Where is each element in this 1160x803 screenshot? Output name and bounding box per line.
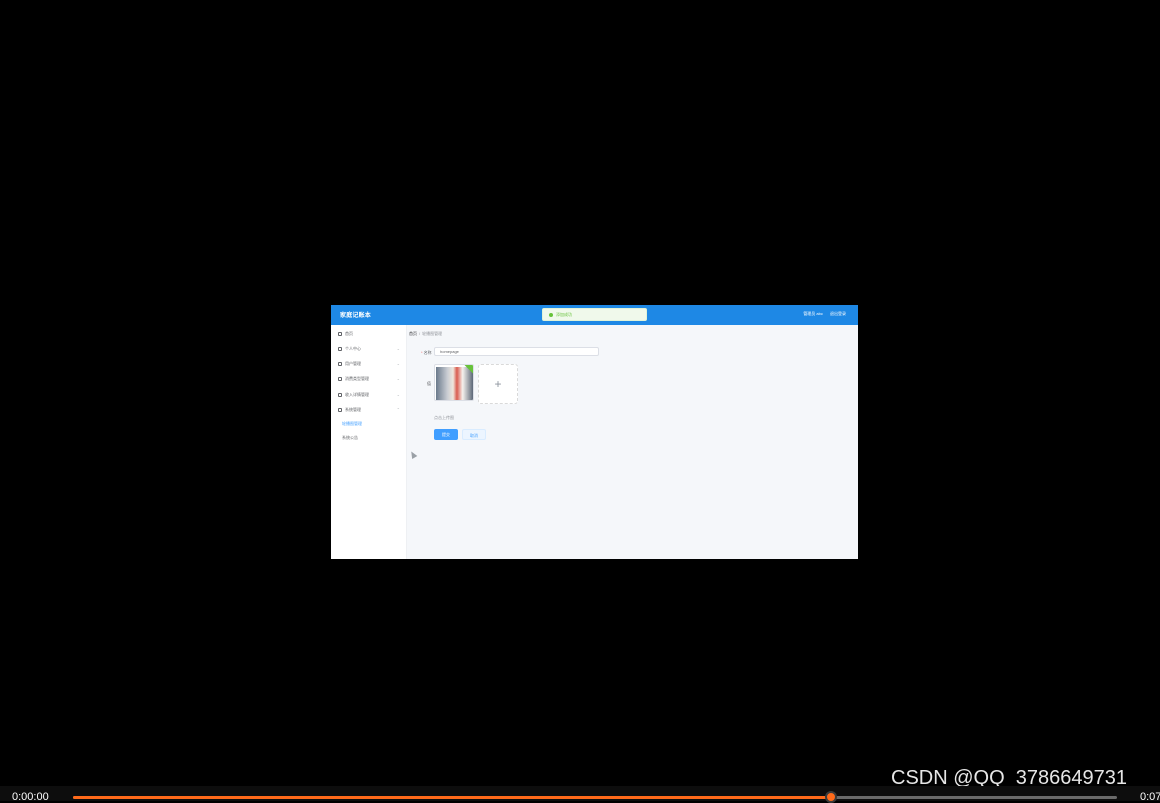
current-time: 0:00:00 xyxy=(12,791,49,803)
app-window: 家庭记账本 添加成功 管理员 abc 退出登录 首页 个人中心 ⌄ 用户管理 ⌄… xyxy=(331,305,858,559)
progress-fill xyxy=(73,796,831,799)
app-brand: 家庭记账本 xyxy=(340,313,372,319)
chevron-down-icon: ⌄ xyxy=(396,346,400,351)
breadcrumb: 首页 / 轮播图管理 xyxy=(409,331,442,337)
total-time: 0:07 xyxy=(1140,791,1160,803)
success-toast: 添加成功 xyxy=(542,308,647,321)
sidebar-item-home[interactable]: 首页 xyxy=(338,330,404,338)
location-icon xyxy=(338,392,342,397)
sidebar-item-profile[interactable]: 个人中心 ⌄ xyxy=(338,345,404,353)
sidebar-item-label: 首页 xyxy=(345,331,353,336)
bell-icon xyxy=(338,376,342,381)
sidebar-item-expense-types[interactable]: 消费类型管理 ⌄ xyxy=(338,375,404,383)
sidebar-item-label: 收入详情管理 xyxy=(345,392,369,397)
name-input[interactable] xyxy=(434,347,599,356)
check-circle-icon xyxy=(549,313,553,317)
sidebar-item-label: 消费类型管理 xyxy=(345,376,369,381)
sidebar-item-label: 用户管理 xyxy=(345,361,361,366)
required-mark: * xyxy=(421,350,423,355)
name-label: *名称 xyxy=(421,350,432,355)
breadcrumb-current: 轮播图管理 xyxy=(422,331,443,336)
image-upload-button[interactable]: + xyxy=(478,364,518,404)
progress-scrubber[interactable] xyxy=(824,791,837,803)
progress-track[interactable] xyxy=(73,796,1117,799)
location-icon xyxy=(338,361,342,366)
upload-hint: 点击上传图 xyxy=(434,415,454,420)
user-greeting: 管理员 abc xyxy=(803,311,823,316)
toast-message: 添加成功 xyxy=(556,312,572,317)
uploaded-image-thumbnail[interactable] xyxy=(434,364,474,401)
uploaded-image xyxy=(436,367,473,400)
chevron-down-icon: ⌄ xyxy=(396,361,400,366)
submit-button[interactable]: 提交 xyxy=(434,429,458,440)
top-navbar: 家庭记账本 添加成功 管理员 abc 退出登录 xyxy=(331,305,858,325)
sidebar-item-label: 系统管理 xyxy=(345,407,361,412)
sidebar-item-system[interactable]: 系统管理 ⌃ xyxy=(338,406,404,414)
user-area: 管理员 abc 退出登录 xyxy=(797,311,846,317)
image-label: 值 xyxy=(427,381,431,386)
breadcrumb-separator: / xyxy=(419,331,421,336)
cancel-button[interactable]: 取消 xyxy=(462,429,486,440)
logout-link[interactable]: 退出登录 xyxy=(830,311,846,316)
sidebar-subitem-announcements[interactable]: 系统公告 xyxy=(342,434,358,442)
filter-icon xyxy=(338,407,342,412)
sidebar-item-users[interactable]: 用户管理 ⌄ xyxy=(338,360,404,368)
home-icon xyxy=(338,331,342,336)
plus-icon: + xyxy=(494,377,502,391)
sidebar-subitem-carousel[interactable]: 轮播图管理 xyxy=(342,420,362,428)
chevron-down-icon: ⌄ xyxy=(396,376,400,381)
video-controls: 0:00:00 0:07 xyxy=(0,786,1160,803)
chevron-up-icon: ⌃ xyxy=(396,407,400,412)
user-icon xyxy=(338,346,342,351)
chevron-down-icon: ⌄ xyxy=(396,392,400,397)
sidebar-item-label: 个人中心 xyxy=(345,346,361,351)
sidebar: 首页 个人中心 ⌄ 用户管理 ⌄ 消费类型管理 ⌄ 收入详情管理 ⌄ 系统管理 … xyxy=(331,325,407,559)
breadcrumb-home[interactable]: 首页 xyxy=(409,331,417,336)
sidebar-item-income[interactable]: 收入详情管理 ⌄ xyxy=(338,391,404,399)
